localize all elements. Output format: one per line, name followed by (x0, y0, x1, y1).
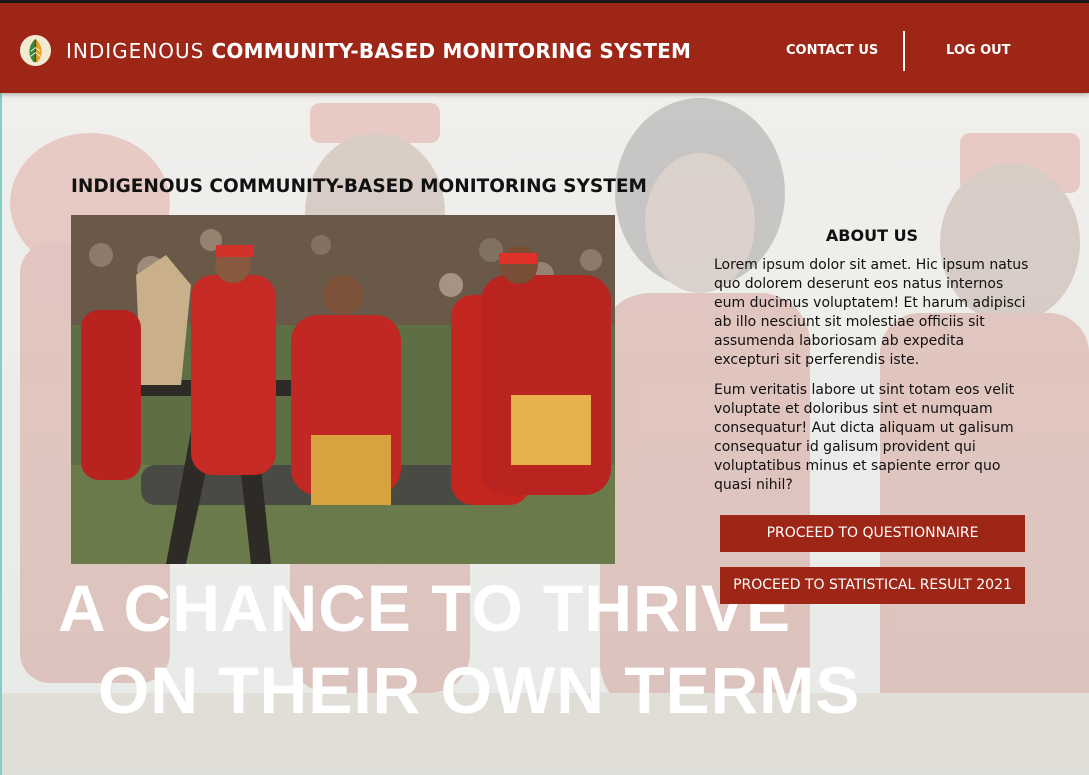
left-edge-line (0, 93, 2, 775)
brand-suffix: COMMUNITY-BASED MONITORING SYSTEM (211, 39, 692, 63)
slogan-line-1: A CHANCE TO THRIVE (58, 571, 792, 645)
header-bar: INDIGENOUS COMMUNITY-BASED MONITORING SY… (0, 3, 1089, 93)
contact-us-link[interactable]: CONTACT US (786, 43, 878, 58)
proceed-to-questionnaire-button[interactable]: PROCEED TO QUESTIONNAIRE (720, 515, 1025, 552)
leaf-logo-icon[interactable] (19, 34, 52, 67)
nav-divider (903, 31, 905, 71)
top-border (0, 0, 1089, 3)
proceed-to-statistical-result-button[interactable]: PROCEED TO STATISTICAL RESULT 2021 (720, 567, 1025, 604)
page-title: INDIGENOUS COMMUNITY-BASED MONITORING SY… (71, 176, 647, 197)
about-paragraph-2: Eum veritatis labore ut sint totam eos v… (714, 382, 1015, 493)
about-us-title: ABOUT US (825, 226, 919, 245)
slogan-line-2: ON THEIR OWN TERMS (98, 653, 861, 727)
indigenous-dancers-photo (71, 215, 615, 564)
brand-title[interactable]: INDIGENOUS COMMUNITY-BASED MONITORING SY… (66, 39, 691, 63)
about-paragraph-1: Lorem ipsum dolor sit amet. Hic ipsum na… (714, 257, 1029, 368)
brand-prefix: INDIGENOUS (66, 39, 205, 63)
log-out-link[interactable]: LOG OUT (946, 43, 1011, 58)
